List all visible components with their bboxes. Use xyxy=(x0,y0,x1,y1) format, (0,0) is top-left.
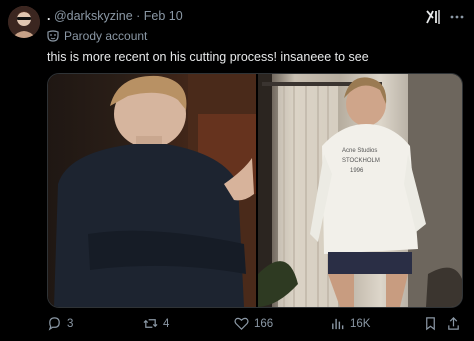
photo-right[interactable]: Acne Studios STOCKHOLM 1996 xyxy=(258,74,462,307)
parody-text: Parody account xyxy=(64,29,148,43)
share-icon xyxy=(448,317,459,330)
reply-icon xyxy=(48,317,60,331)
more-icon[interactable] xyxy=(449,9,465,25)
reply-button[interactable]: 3 xyxy=(47,316,73,331)
post-text: this is more recent on his cutting proce… xyxy=(47,50,369,64)
parody-label: Parody account xyxy=(47,29,147,43)
bookmark-icon xyxy=(426,317,435,331)
display-name[interactable]: . xyxy=(47,9,50,23)
bookmark-button[interactable] xyxy=(423,316,438,331)
repost-count: 4 xyxy=(163,317,170,330)
post-date[interactable]: Feb 10 xyxy=(144,9,183,23)
reply-count: 3 xyxy=(67,317,74,330)
like-count: 166 xyxy=(254,317,274,330)
mask-icon xyxy=(47,30,59,42)
shirt-text-line-1: Acne Studios xyxy=(342,148,377,154)
share-button[interactable] xyxy=(446,316,461,331)
post-header: . @darkskyzine · Feb 10 xyxy=(47,9,183,24)
separator-dot: · xyxy=(136,9,141,23)
repost-icon xyxy=(143,319,158,328)
photo-left[interactable] xyxy=(48,74,256,307)
media-grid[interactable]: Acne Studios STOCKHOLM 1996 xyxy=(47,73,463,308)
views-button[interactable]: 16K xyxy=(330,316,370,331)
view-count: 16K xyxy=(350,317,371,330)
repost-button[interactable]: 4 xyxy=(143,316,169,331)
views-icon xyxy=(332,318,344,330)
shirt-text-line-3: 1996 xyxy=(350,168,364,174)
grok-icon[interactable] xyxy=(424,8,442,26)
shirt-text-line-2: STOCKHOLM xyxy=(342,158,380,164)
action-bar: 3 4 166 16K xyxy=(47,316,461,334)
heart-icon xyxy=(234,317,249,330)
avatar[interactable] xyxy=(8,6,40,38)
like-button[interactable]: 166 xyxy=(234,316,273,331)
user-handle[interactable]: @darkskyzine xyxy=(54,9,133,23)
